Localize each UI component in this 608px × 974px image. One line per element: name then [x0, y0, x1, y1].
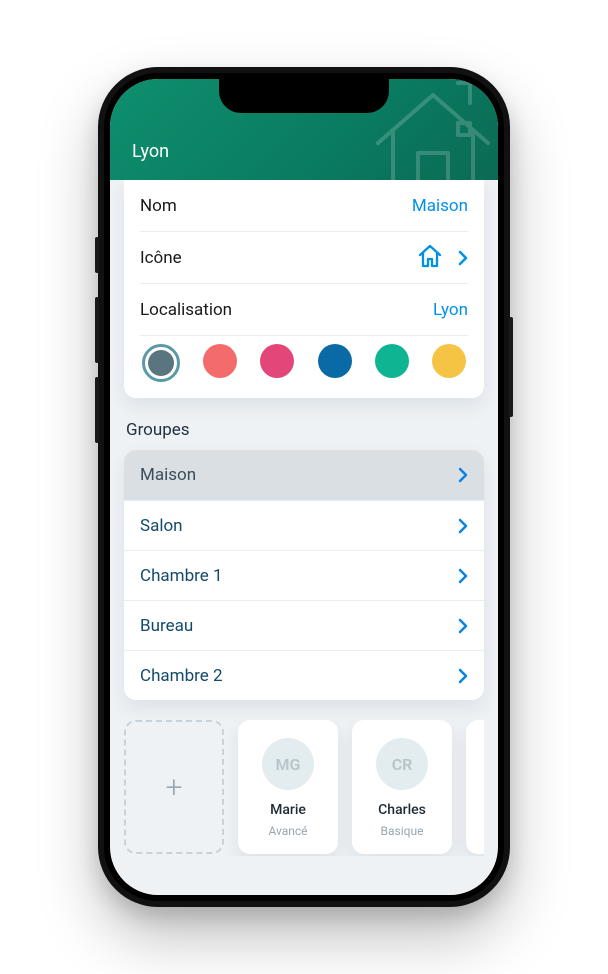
- color-swatch-coral[interactable]: [203, 344, 237, 378]
- group-item[interactable]: Bureau: [124, 600, 484, 650]
- volume-up-button: [95, 297, 99, 363]
- chevron-right-icon: [458, 668, 468, 684]
- group-item-label: Chambre 2: [140, 666, 223, 686]
- detail-row-icon[interactable]: Icône: [140, 232, 468, 284]
- group-item-label: Salon: [140, 516, 183, 536]
- detail-value-location: Lyon: [433, 300, 468, 320]
- users-row: + MG Marie Avancé CR Charles Basique P: [124, 720, 484, 856]
- user-card[interactable]: CR Charles Basique: [352, 720, 452, 854]
- user-role: Avancé: [268, 824, 307, 838]
- detail-row-location[interactable]: Localisation Lyon: [140, 284, 468, 336]
- groups-section-title: Groupes: [126, 420, 482, 440]
- group-item-label: Maison: [140, 465, 196, 485]
- phone-frame: Lyon Nom Maison Icône: [98, 67, 510, 907]
- color-swatch-slate[interactable]: [142, 344, 180, 382]
- details-card: Nom Maison Icône: [124, 180, 484, 398]
- user-name: Marie: [270, 802, 306, 818]
- group-item[interactable]: Chambre 1: [124, 550, 484, 600]
- screen: Lyon Nom Maison Icône: [110, 79, 498, 895]
- user-name: Charles: [378, 802, 426, 818]
- color-swatch-row: [140, 336, 468, 384]
- chevron-right-icon: [458, 568, 468, 584]
- chevron-right-icon: [458, 618, 468, 634]
- group-item-label: Chambre 1: [140, 566, 223, 586]
- mute-switch: [95, 237, 99, 273]
- notch: [219, 79, 389, 113]
- chevron-right-icon: [458, 467, 468, 483]
- color-swatch-pink[interactable]: [260, 344, 294, 378]
- color-swatch-yellow[interactable]: [432, 344, 466, 378]
- detail-value-name: Maison: [412, 196, 468, 216]
- group-item[interactable]: Maison: [124, 450, 484, 500]
- group-item[interactable]: Chambre 2: [124, 650, 484, 700]
- avatar: MG: [262, 738, 314, 790]
- group-item[interactable]: Salon: [124, 500, 484, 550]
- volume-down-button: [95, 377, 99, 443]
- user-card[interactable]: MG Marie Avancé: [238, 720, 338, 854]
- group-item-label: Bureau: [140, 616, 193, 636]
- color-swatch-blue[interactable]: [318, 344, 352, 378]
- detail-label-location: Localisation: [140, 300, 232, 320]
- avatar: CR: [376, 738, 428, 790]
- groups-section: Groupes Maison Salon Chambre 1 Bureau Chambr…: [124, 420, 484, 700]
- chevron-right-icon: [458, 518, 468, 534]
- user-card[interactable]: P: [466, 720, 484, 854]
- power-button: [509, 317, 513, 417]
- home-icon: [416, 242, 444, 274]
- detail-label-icon: Icône: [140, 248, 182, 268]
- user-role: Basique: [381, 824, 424, 838]
- group-list: Maison Salon Chambre 1 Bureau Chambre 2: [124, 450, 484, 700]
- chevron-right-icon: [458, 250, 468, 266]
- color-swatch-teal[interactable]: [375, 344, 409, 378]
- detail-label-name: Nom: [140, 196, 177, 216]
- add-user-button[interactable]: +: [124, 720, 224, 854]
